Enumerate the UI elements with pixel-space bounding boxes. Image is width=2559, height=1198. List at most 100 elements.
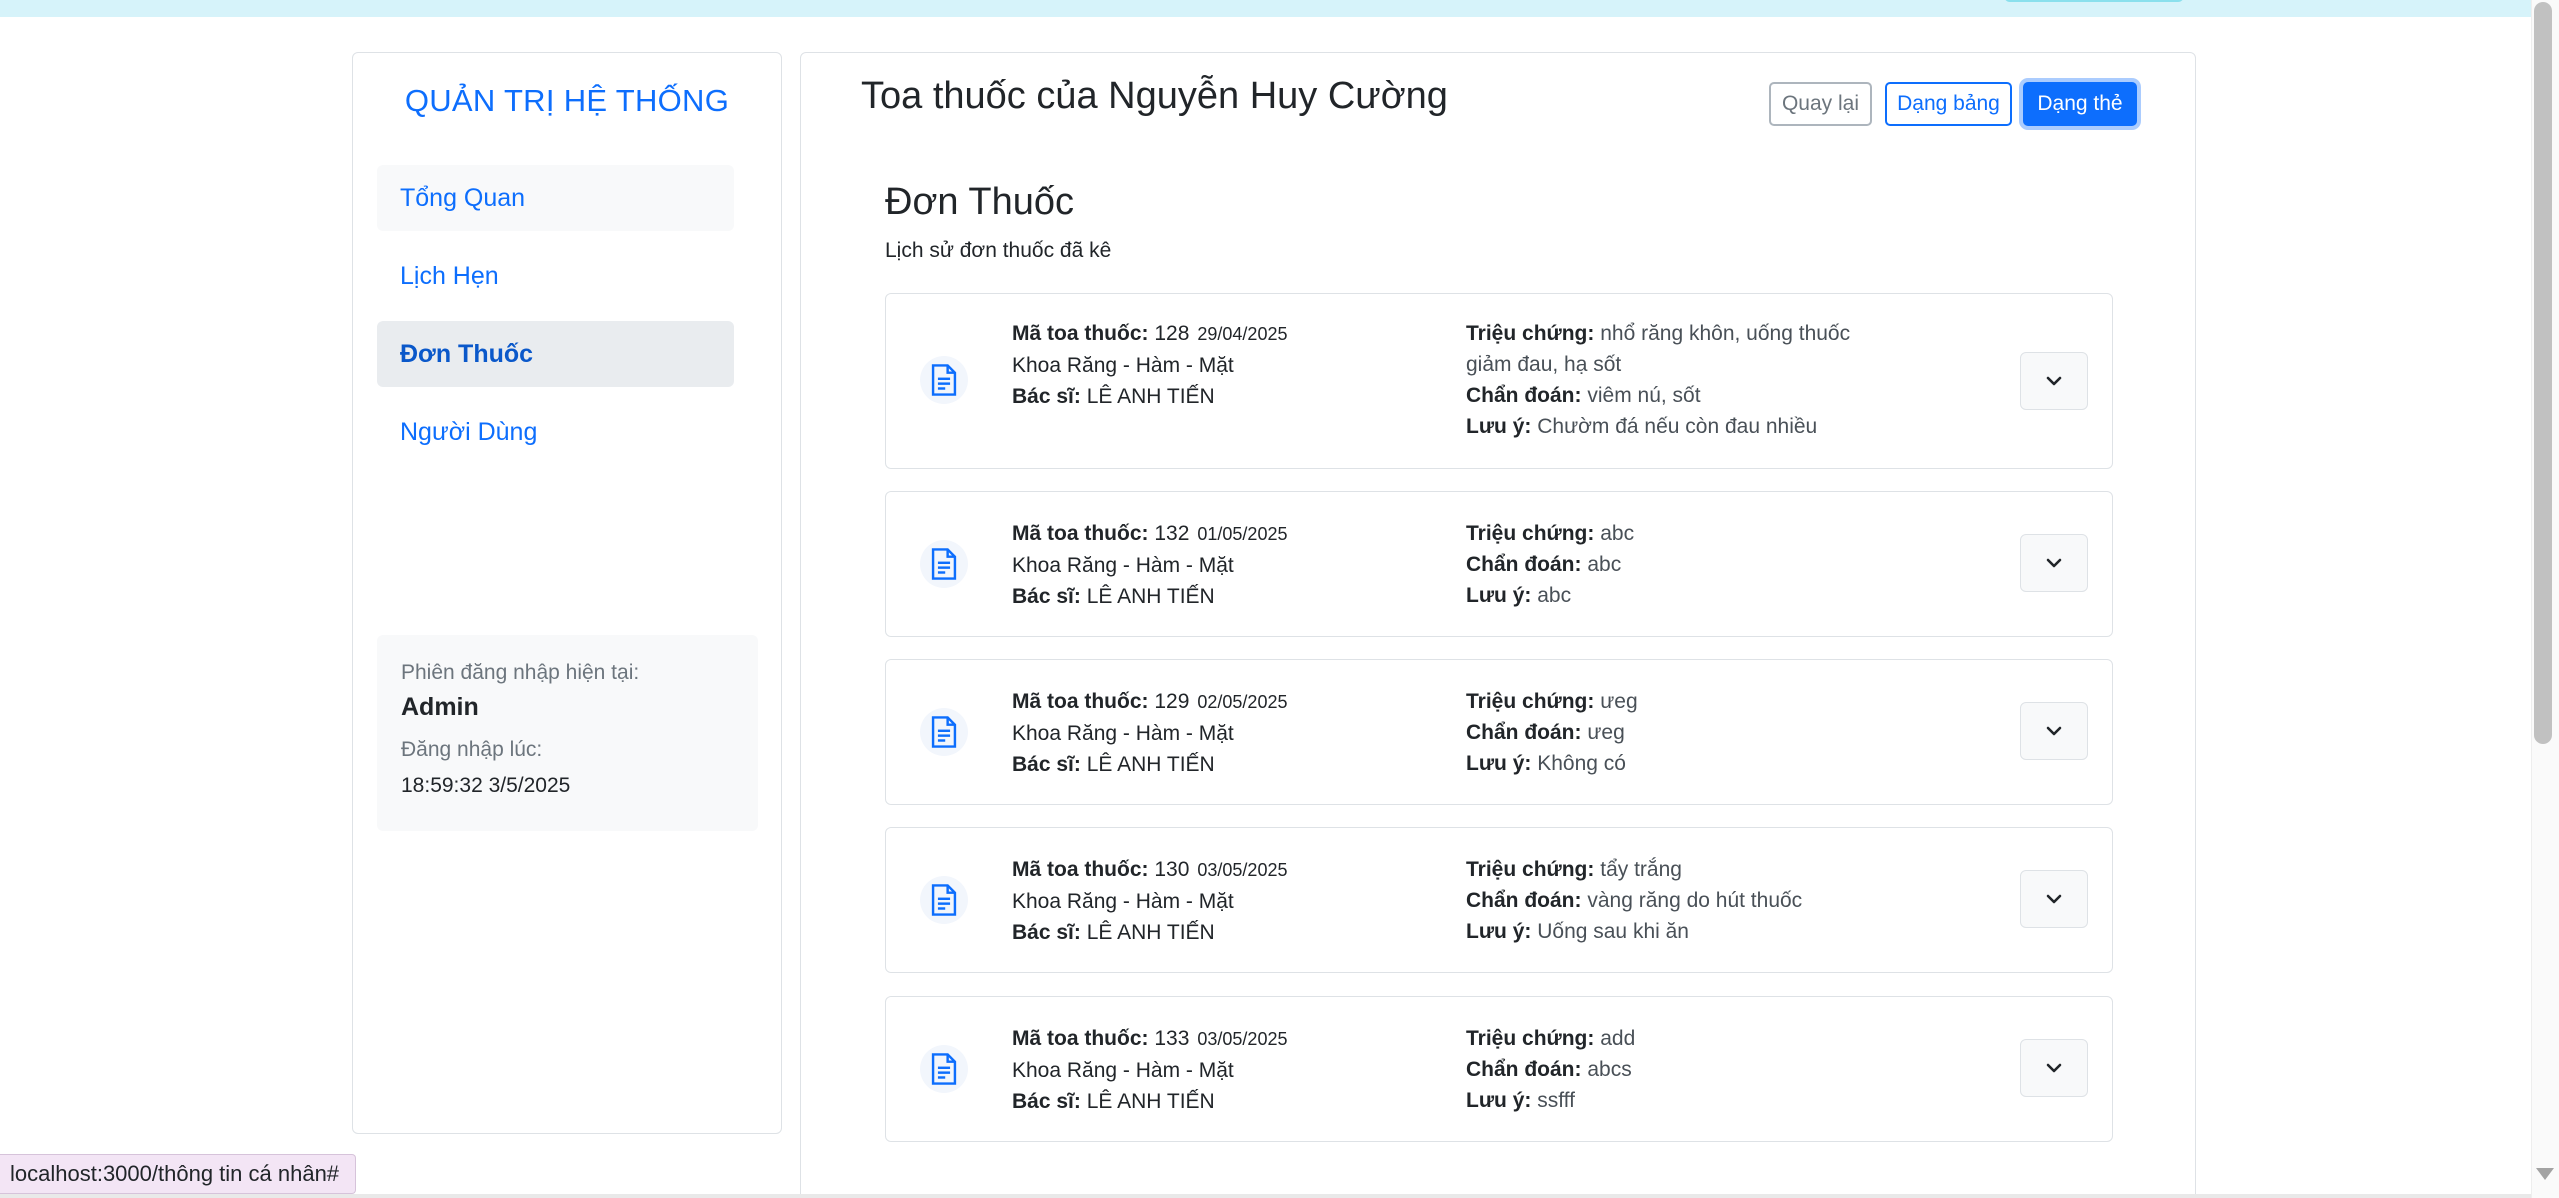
symptom-line: Triệu chứng: ưeg (1466, 686, 1886, 717)
doctor-line: Bác sĩ: LÊ ANH TIẾN (1012, 917, 1287, 948)
prescription-card: Mã toa thuốc: 133 03/05/2025 Khoa Răng - … (885, 996, 2113, 1142)
session-label: Phiên đăng nhập hiện tại: (401, 661, 640, 684)
prescription-card: Mã toa thuốc: 130 03/05/2025 Khoa Răng - … (885, 827, 2113, 973)
expand-button[interactable] (2020, 702, 2088, 760)
diagnosis-line: Chẩn đoán: abc (1466, 549, 1886, 580)
diagnosis-value: viêm nú, sốt (1587, 384, 1701, 407)
note-line: Lưu ý: Uống sau khi ăn (1466, 916, 1886, 947)
prescription-details: Triệu chứng: nhổ răng khôn, uống thuốc g… (1466, 318, 1886, 442)
prescription-code-line: Mã toa thuốc: 133 03/05/2025 (1012, 1023, 1287, 1055)
department: Khoa Răng - Hàm - Mặt (1012, 1059, 1234, 1082)
expand-button[interactable] (2020, 1039, 2088, 1097)
document-icon (920, 356, 968, 404)
prescription-info: Mã toa thuốc: 132 01/05/2025 Khoa Răng - … (1012, 518, 1287, 612)
prescription-code: 130 (1154, 858, 1190, 881)
symptom-label: Triệu chứng: (1466, 1027, 1595, 1050)
card-view-button[interactable]: Dạng thẻ (2023, 82, 2137, 126)
prescription-details: Triệu chứng: ưeg Chẩn đoán: ưeg Lưu ý: K… (1466, 686, 1886, 779)
chevron-down-icon (2046, 894, 2062, 904)
note-value: Uống sau khi ăn (1537, 920, 1689, 943)
prescription-date: 02/05/2025 (1197, 692, 1288, 712)
code-label: Mã toa thuốc: (1012, 522, 1149, 545)
symptom-line: Triệu chứng: abc (1466, 518, 1886, 549)
doctor-label: Bác sĩ: (1012, 1090, 1081, 1113)
sidebar-item-label: Người Dùng (400, 418, 538, 446)
diagnosis-value: abc (1587, 553, 1622, 576)
prescription-info: Mã toa thuốc: 128 29/04/2025 Khoa Răng - … (1012, 318, 1287, 412)
sidebar-item-appointments[interactable]: Lịch Hẹn (377, 243, 734, 309)
code-label: Mã toa thuốc: (1012, 690, 1149, 713)
code-label: Mã toa thuốc: (1012, 322, 1149, 345)
table-view-button[interactable]: Dạng bảng (1885, 82, 2012, 126)
admin-sidebar: QUẢN TRỊ HỆ THỐNG Tổng Quan Lịch Hẹn Đơn… (352, 52, 782, 1134)
note-value: ssfff (1537, 1089, 1575, 1112)
document-icon (920, 708, 968, 756)
sidebar-item-overview[interactable]: Tổng Quan (377, 165, 734, 231)
prescription-date: 03/05/2025 (1197, 1029, 1288, 1049)
sidebar-title: QUẢN TRỊ HỆ THỐNG (404, 83, 730, 118)
note-line: Lưu ý: abc (1466, 580, 1886, 611)
chevron-down-icon (2046, 558, 2062, 568)
note-value: abc (1537, 584, 1572, 607)
diagnosis-line: Chẩn đoán: abcs (1466, 1054, 1886, 1085)
section-subtitle: Lịch sử đơn thuốc đã kê (885, 239, 1112, 262)
diagnosis-label: Chẩn đoán: (1466, 553, 1582, 576)
diagnosis-label: Chẩn đoán: (1466, 384, 1582, 407)
doctor-label: Bác sĩ: (1012, 921, 1081, 944)
department: Khoa Răng - Hàm - Mặt (1012, 890, 1234, 913)
department: Khoa Răng - Hàm - Mặt (1012, 722, 1234, 745)
note-line: Lưu ý: Không có (1466, 748, 1886, 779)
sidebar-item-label: Lịch Hẹn (400, 262, 499, 290)
symptom-label: Triệu chứng: (1466, 322, 1595, 345)
session-user: Admin (401, 693, 479, 721)
diagnosis-line: Chẩn đoán: viêm nú, sốt (1466, 380, 1886, 411)
symptom-value: tẩy trắng (1600, 858, 1682, 881)
doctor-line: Bác sĩ: LÊ ANH TIẾN (1012, 381, 1287, 412)
login-time-value: 18:59:32 3/5/2025 (401, 774, 571, 797)
department: Khoa Răng - Hàm - Mặt (1012, 354, 1234, 377)
expand-button[interactable] (2020, 870, 2088, 928)
prescription-info: Mã toa thuốc: 130 03/05/2025 Khoa Răng - … (1012, 854, 1287, 948)
sidebar-item-label: Đơn Thuốc (400, 340, 534, 368)
doctor-label: Bác sĩ: (1012, 385, 1081, 408)
expand-button[interactable] (2020, 534, 2088, 592)
page-title: Toa thuốc của Nguyễn Huy Cường (861, 75, 1448, 117)
code-label: Mã toa thuốc: (1012, 1027, 1149, 1050)
login-time-label: Đăng nhập lúc: (401, 738, 543, 761)
diagnosis-value: abcs (1587, 1058, 1632, 1081)
prescription-info: Mã toa thuốc: 133 03/05/2025 Khoa Răng - … (1012, 1023, 1287, 1117)
diagnosis-value: vàng răng do hút thuốc (1587, 889, 1803, 912)
doctor-name: LÊ ANH TIẾN (1086, 1090, 1215, 1113)
symptom-value: add (1600, 1027, 1636, 1050)
diagnosis-line: Chẩn đoán: vàng răng do hút thuốc (1466, 885, 1886, 916)
diagnosis-value: ưeg (1587, 721, 1625, 744)
note-label: Lưu ý: (1466, 752, 1532, 775)
symptom-label: Triệu chứng: (1466, 858, 1595, 881)
note-line: Lưu ý: Chườm đá nếu còn đau nhiều (1466, 411, 1886, 442)
sidebar-item-users[interactable]: Người Dùng (377, 399, 734, 465)
prescription-date: 03/05/2025 (1197, 860, 1288, 880)
header-button-partial[interactable] (2004, 0, 2184, 2)
doctor-line: Bác sĩ: LÊ ANH TIẾN (1012, 581, 1287, 612)
prescription-date: 29/04/2025 (1197, 324, 1288, 344)
scrollbar-thumb[interactable] (2534, 2, 2552, 744)
prescription-details: Triệu chứng: add Chẩn đoán: abcs Lưu ý: … (1466, 1023, 1886, 1116)
prescription-code: 128 (1154, 322, 1190, 345)
diagnosis-line: Chẩn đoán: ưeg (1466, 717, 1886, 748)
symptom-line: Triệu chứng: add (1466, 1023, 1886, 1054)
symptom-value: ưeg (1600, 690, 1638, 713)
doctor-label: Bác sĩ: (1012, 585, 1081, 608)
scroll-down-arrow-icon[interactable] (2536, 1168, 2554, 1180)
note-value: Không có (1537, 752, 1626, 775)
expand-button[interactable] (2020, 352, 2088, 410)
doctor-label: Bác sĩ: (1012, 753, 1081, 776)
main-panel: Toa thuốc của Nguyễn Huy Cường Quay lại … (800, 52, 2196, 1198)
doctor-name: LÊ ANH TIẾN (1086, 385, 1215, 408)
symptom-line: Triệu chứng: nhổ răng khôn, uống thuốc g… (1466, 318, 1886, 380)
chevron-down-icon (2046, 1063, 2062, 1073)
back-button[interactable]: Quay lại (1769, 82, 1872, 126)
doctor-line: Bác sĩ: LÊ ANH TIẾN (1012, 1086, 1287, 1117)
note-label: Lưu ý: (1466, 584, 1532, 607)
diagnosis-label: Chẩn đoán: (1466, 721, 1582, 744)
sidebar-item-prescriptions[interactable]: Đơn Thuốc (377, 321, 734, 387)
